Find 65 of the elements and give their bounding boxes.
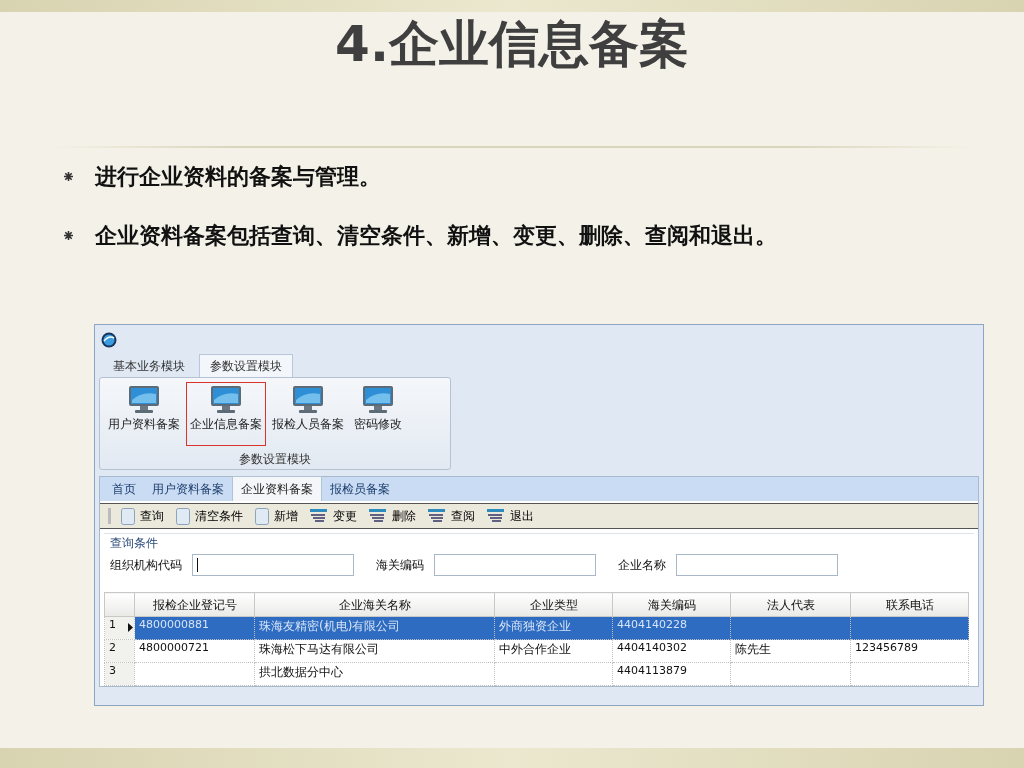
document-icon: [176, 507, 190, 525]
row-number-text: 1: [109, 618, 116, 631]
document-icon: [121, 507, 135, 525]
ribbon-button[interactable]: 密码修改: [350, 382, 406, 446]
monitor-icon: [128, 385, 160, 415]
page-tab[interactable]: 用户资料备案: [144, 477, 232, 501]
toolbar-button[interactable]: 查询: [119, 507, 166, 525]
input-field[interactable]: [192, 554, 354, 576]
table-cell: 中外合作企业: [494, 639, 613, 663]
page-tab[interactable]: 首页: [104, 477, 144, 501]
list-icon: [310, 508, 328, 524]
bullet-text: 企业资料备案包括查询、清空条件、新增、变更、删除、查阅和退出。: [95, 222, 777, 250]
ribbon-button[interactable]: 用户资料备案: [104, 382, 184, 446]
toolbar-button[interactable]: 新增: [253, 507, 300, 525]
field-label: 企业名称: [618, 557, 666, 574]
module-tab[interactable]: 基本业务模块: [103, 355, 195, 377]
column-header: 企业类型: [494, 592, 613, 617]
grip-icon: [108, 508, 111, 524]
toolbar-button[interactable]: 查阅: [426, 507, 477, 525]
ribbon-button[interactable]: 报检人员备案: [268, 382, 348, 446]
field-label: 海关编码: [376, 557, 424, 574]
toolbar-button[interactable]: 删除: [367, 507, 418, 525]
column-header: 法人代表: [730, 592, 851, 617]
toolbar-button[interactable]: 变更: [308, 507, 359, 525]
table-cell: 珠海松下马达有限公司: [254, 639, 495, 663]
document-icon: [255, 507, 269, 525]
column-header: 联系电话: [850, 592, 969, 617]
bullet-icon: [64, 172, 73, 181]
row-number: 3: [104, 662, 135, 686]
list-icon: [487, 508, 505, 524]
table-cell: 4800000721: [134, 639, 255, 663]
table-cell: 外商独资企业: [494, 616, 613, 640]
table-cell: 123456789: [850, 639, 969, 663]
table-cell: 4800000881: [134, 616, 255, 640]
column-header: 海关编码: [612, 592, 731, 617]
monitor-icon: [362, 385, 394, 415]
monitor-icon: [210, 385, 242, 415]
bullet-text: 进行企业资料的备案与管理。: [95, 163, 381, 191]
list-icon: [428, 508, 446, 524]
row-number: 2: [104, 639, 135, 663]
table-cell: 珠海友精密(机电)有限公司: [254, 616, 495, 640]
input-field[interactable]: [676, 554, 838, 576]
toolbar-button[interactable]: 退出: [485, 507, 536, 525]
row-pointer-icon: [128, 623, 133, 632]
table-cell: 4404113879: [612, 662, 731, 686]
field-label: 组织机构代码: [110, 557, 182, 574]
bullet-icon: [64, 231, 73, 240]
app-logo-icon: [101, 332, 117, 348]
column-header: 报检企业登记号: [134, 592, 255, 617]
page-tab[interactable]: 报检员备案: [322, 477, 398, 501]
table-cell: 4404140228: [612, 616, 731, 640]
column-header: 企业海关名称: [254, 592, 495, 617]
ribbon-button[interactable]: 企业信息备案: [186, 382, 266, 446]
module-tab[interactable]: 参数设置模块: [199, 354, 293, 377]
toolbar-button[interactable]: 清空条件: [174, 507, 245, 525]
selected-row[interactable]: 1 4800000881 珠海友精密(机电)有限公司 外商独资企业 4404140228: [104, 616, 969, 640]
table-cell: 拱北数据分中心: [254, 662, 495, 686]
monitor-icon: [292, 385, 324, 415]
list-icon: [369, 508, 387, 524]
slide-title: 4.企业信息备案: [334, 14, 690, 74]
input-field[interactable]: [434, 554, 596, 576]
group-label: 参数设置模块: [238, 451, 312, 468]
table-cell: 4404140302: [612, 639, 731, 663]
page-tab[interactable]: 企业资料备案: [232, 476, 322, 501]
table-cell: 陈先生: [730, 639, 851, 663]
